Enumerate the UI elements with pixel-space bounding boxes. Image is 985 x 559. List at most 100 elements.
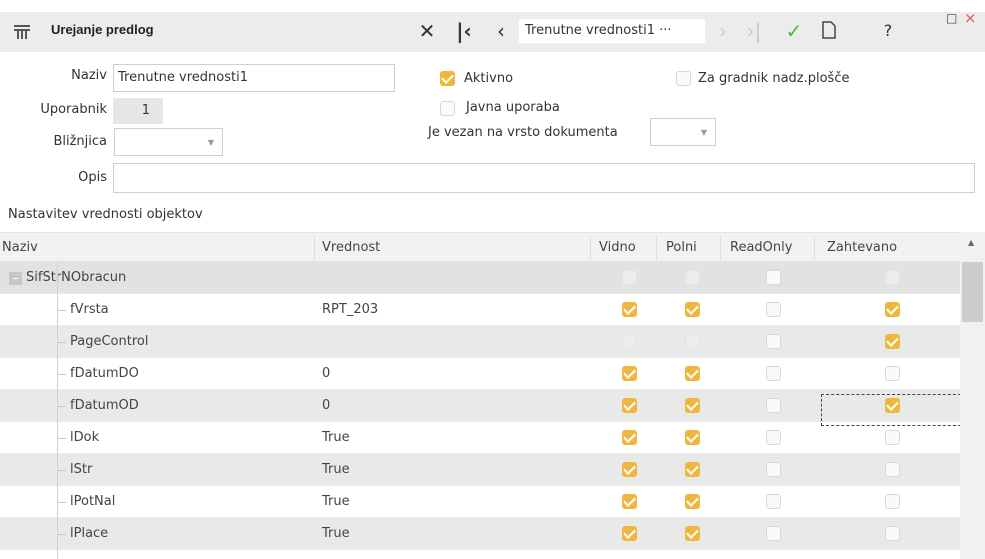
bliznjica-label: Bližnjica (53, 134, 107, 149)
cell-vrednost[interactable]: True (322, 462, 350, 477)
aktivno-label: Aktivno (464, 71, 514, 86)
table-row[interactable]: lPlace True (0, 518, 960, 550)
vidno-checkbox[interactable] (622, 334, 637, 349)
zahtevano-checkbox[interactable] (885, 302, 900, 317)
zahtevano-checkbox[interactable] (885, 462, 900, 477)
scrollbar-thumb[interactable] (962, 262, 983, 322)
scroll-up-icon[interactable]: ▲ (968, 238, 974, 247)
polni-checkbox[interactable] (685, 526, 700, 541)
cell-naziv: lPotNal (70, 494, 116, 509)
cell-vrednost[interactable]: RPT_203 (322, 302, 378, 317)
chevron-down-icon: ▼ (700, 128, 707, 137)
tree-branch (58, 502, 66, 503)
zahtevano-checkbox[interactable] (885, 270, 900, 285)
table-row[interactable]: fVrsta RPT_203 (0, 294, 960, 326)
readonly-checkbox[interactable] (766, 430, 781, 445)
readonly-checkbox[interactable] (766, 334, 781, 349)
new-document-icon[interactable] (818, 20, 840, 44)
zahtevano-checkbox[interactable] (885, 430, 900, 445)
tree-branch (58, 310, 66, 311)
readonly-checkbox[interactable] (766, 302, 781, 317)
readonly-checkbox[interactable] (766, 366, 781, 381)
table-row[interactable]: SifStrNObracun (0, 262, 960, 294)
column-header-naziv[interactable]: Naziv (2, 240, 38, 255)
vidno-checkbox[interactable] (622, 430, 637, 445)
vidno-checkbox[interactable] (622, 526, 637, 541)
vidno-checkbox[interactable] (622, 494, 637, 509)
polni-checkbox[interactable] (685, 302, 700, 317)
cell-naziv: fDatumOD (70, 398, 139, 413)
last-record-icon[interactable]: ›| (743, 20, 765, 42)
readonly-checkbox[interactable] (766, 398, 781, 413)
polni-checkbox[interactable] (685, 430, 700, 445)
cell-vrednost[interactable]: 0 (322, 398, 330, 413)
uporabnik-input[interactable]: 1 (113, 98, 163, 124)
polni-checkbox[interactable] (685, 494, 700, 509)
table-row[interactable]: PageControl (0, 326, 960, 358)
vidno-checkbox[interactable] (622, 398, 637, 413)
cell-naziv: lStr (70, 462, 93, 477)
cell-naziv: lPlace (70, 526, 109, 541)
polni-checkbox[interactable] (685, 270, 700, 285)
maximize-icon[interactable]: □ (946, 11, 957, 25)
cell-vrednost[interactable]: True (322, 430, 350, 445)
tree-branch (58, 342, 66, 343)
zahtevano-checkbox[interactable] (885, 494, 900, 509)
vezan-label: Je vezan na vrsto dokumenta (428, 125, 618, 140)
values-grid: Naziv Vrednost Vidno Polni ReadOnly Zaht… (0, 232, 960, 559)
app-menu-icon[interactable] (14, 25, 30, 39)
readonly-checkbox[interactable] (766, 270, 781, 285)
readonly-checkbox[interactable] (766, 526, 781, 541)
record-selector[interactable]: Trenutne vrednosti1 ··· (519, 19, 705, 43)
polni-checkbox[interactable] (685, 398, 700, 413)
cell-vrednost[interactable]: True (322, 494, 350, 509)
readonly-checkbox[interactable] (766, 494, 781, 509)
zahtevano-checkbox[interactable] (885, 366, 900, 381)
table-row[interactable]: lStr True (0, 454, 960, 486)
collapse-icon[interactable] (9, 272, 22, 285)
cell-vrednost[interactable]: 0 (322, 366, 330, 381)
vidno-checkbox[interactable] (622, 270, 637, 285)
polni-checkbox[interactable] (685, 366, 700, 381)
cell-naziv: SifStrNObracun (26, 270, 127, 285)
vidno-checkbox[interactable] (622, 302, 637, 317)
column-header-readonly[interactable]: ReadOnly (730, 240, 792, 255)
title-bar: Urejanje predlog ✕ |‹ ‹ Trenutne vrednos… (0, 0, 985, 52)
column-header-polni[interactable]: Polni (666, 240, 697, 255)
window-close-icon[interactable]: × (964, 11, 977, 26)
cell-naziv: fVrsta (70, 302, 109, 317)
vidno-checkbox[interactable] (622, 462, 637, 477)
aktivno-checkbox[interactable] (440, 71, 455, 86)
javna-uporaba-checkbox[interactable] (440, 101, 455, 116)
grid-header: Naziv Vrednost Vidno Polni ReadOnly Zaht… (0, 232, 960, 262)
next-record-icon[interactable]: › (712, 20, 734, 42)
column-header-vrednost[interactable]: Vrednost (322, 240, 380, 255)
zahtevano-checkbox[interactable] (885, 526, 900, 541)
vrsta-dokumenta-dropdown[interactable]: ▼ (650, 118, 716, 146)
table-row[interactable]: fDatumDO 0 (0, 358, 960, 390)
zahtevano-checkbox[interactable] (885, 334, 900, 349)
bliznjica-dropdown[interactable]: ▼ (114, 128, 223, 156)
naziv-input[interactable]: Trenutne vrednosti1 (113, 64, 395, 92)
tree-branch (58, 470, 66, 471)
column-header-vidno[interactable]: Vidno (599, 240, 636, 255)
previous-record-icon[interactable]: ‹ (490, 20, 512, 42)
javna-uporaba-label: Javna uporaba (466, 100, 560, 115)
first-record-icon[interactable]: |‹ (453, 20, 475, 42)
table-row[interactable]: lDok True (0, 422, 960, 454)
gradnik-checkbox[interactable] (676, 71, 691, 86)
confirm-check-icon[interactable]: ✓ (783, 20, 805, 42)
table-row[interactable]: fDatumOD 0 (0, 390, 960, 422)
polni-checkbox[interactable] (685, 334, 700, 349)
cell-vrednost[interactable]: True (322, 526, 350, 541)
opis-input[interactable] (113, 163, 975, 193)
vidno-checkbox[interactable] (622, 366, 637, 381)
table-row[interactable]: lPotNal True (0, 486, 960, 518)
close-x-icon[interactable]: ✕ (416, 20, 438, 42)
column-header-zahtevano[interactable]: Zahtevano (827, 240, 897, 255)
readonly-checkbox[interactable] (766, 462, 781, 477)
focused-cell (821, 394, 961, 426)
opis-label: Opis (78, 170, 107, 185)
polni-checkbox[interactable] (685, 462, 700, 477)
help-button[interactable]: ? (878, 20, 898, 42)
